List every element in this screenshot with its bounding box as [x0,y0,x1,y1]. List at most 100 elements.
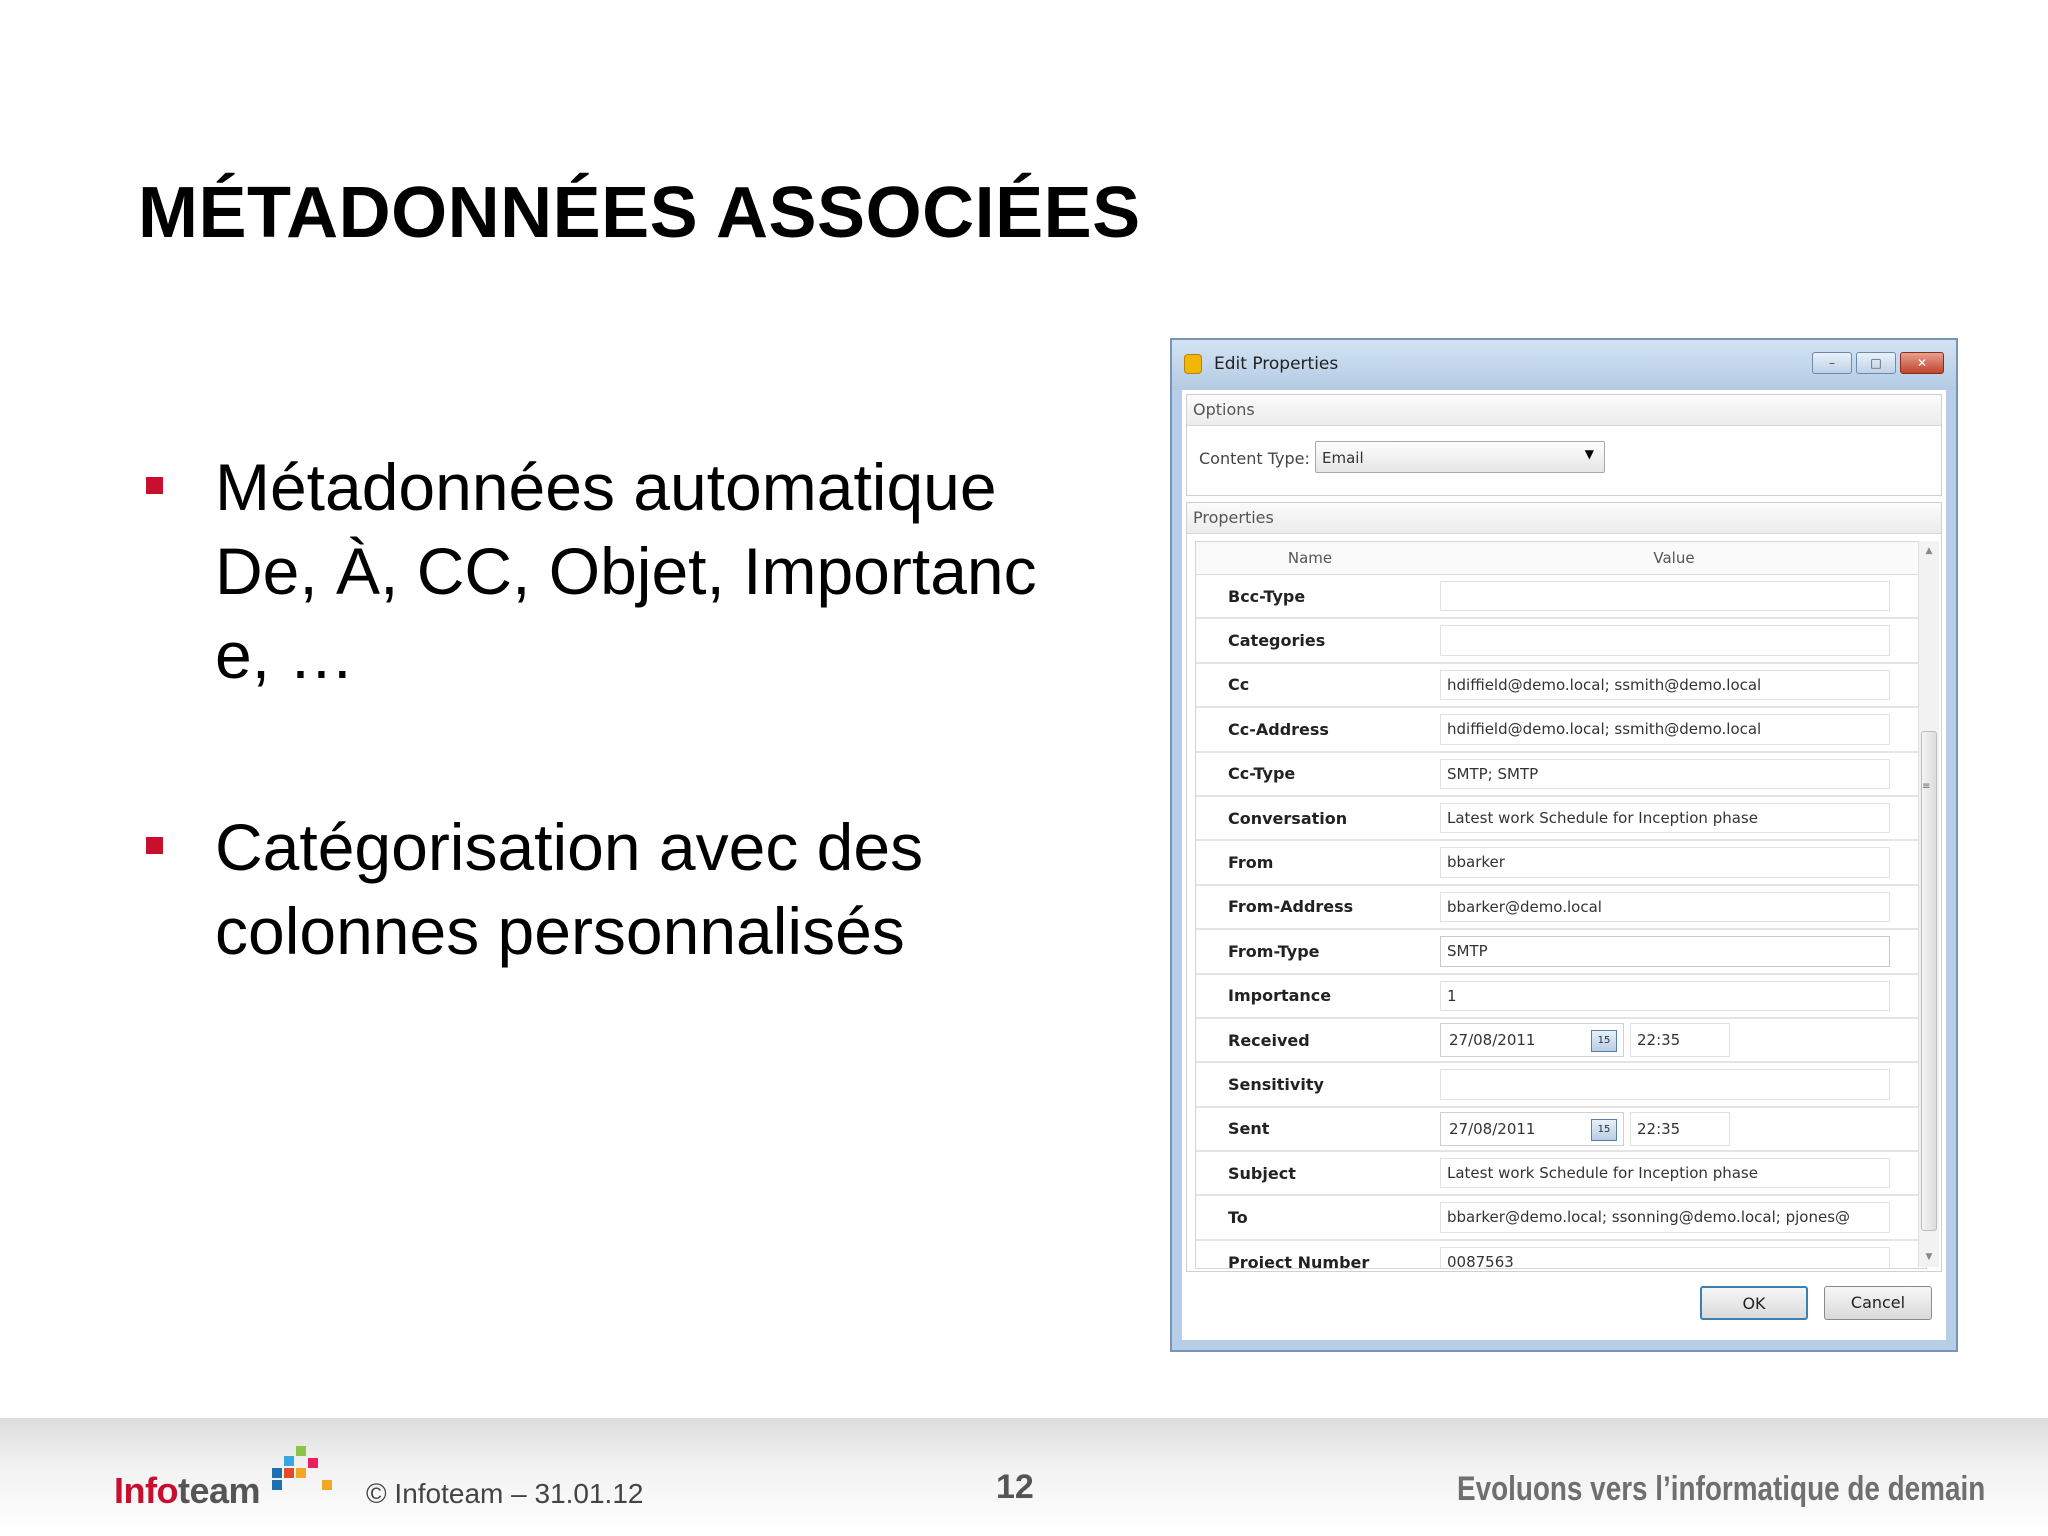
property-name: From-Type [1228,941,1320,961]
dialog-body: Options Content Type: Email ▼ Properties… [1182,390,1946,1340]
property-value-field[interactable] [1440,1069,1890,1100]
infoteam-logo: Infoteam [114,1470,261,1512]
property-row: Project Number 0087563 [1196,1241,1926,1269]
property-row: Sensitivity [1196,1063,1926,1108]
minimize-button[interactable]: – [1812,352,1852,374]
properties-group: Properties Name Value Bcc-Type Categorie… [1186,502,1942,1272]
property-value-field[interactable]: hdiffield@demo.local; ssmith@demo.local [1440,714,1890,745]
ok-button[interactable]: OK [1700,1286,1808,1320]
bullet-text-line: Métadonnées automatique [215,450,997,524]
property-name: Categories [1228,631,1326,651]
dialog-title: Edit Properties [1214,354,1339,374]
property-name: Importance [1228,986,1332,1006]
bullet-item: Métadonnées automatique De, À, CC, Objet… [138,445,1098,697]
bullet-text-line: e, … [215,618,355,692]
property-row: Cc-Address hdiffield@demo.local; ssmith@… [1196,708,1926,753]
property-row: Subject Latest work Schedule for Incepti… [1196,1152,1926,1197]
property-name: From-Address [1228,897,1354,917]
column-header-value[interactable]: Value [1424,542,1924,574]
property-row: Importance 1 [1196,975,1926,1019]
property-value-field[interactable]: SMTP; SMTP [1440,758,1890,789]
property-name: To [1228,1208,1248,1228]
grid-header: Name Value [1196,542,1926,575]
property-value-field[interactable] [1440,581,1890,612]
calendar-icon[interactable]: 15 [1591,1118,1617,1141]
property-name: Cc [1228,675,1250,695]
property-name: Project Number [1228,1252,1370,1269]
sent-date-value: 27/08/2011 [1449,1119,1536,1138]
dialog-titlebar[interactable]: Edit Properties – □ ✕ [1172,340,1956,390]
close-button[interactable]: ✕ [1900,352,1944,374]
property-name: Received [1228,1030,1310,1050]
page-number: 12 [996,1468,1034,1506]
bullet-item: Catégorisation avec des colonnes personn… [138,805,1098,973]
received-date-value: 27/08/2011 [1449,1030,1536,1049]
property-value-field[interactable]: bbarker@demo.local [1440,891,1890,923]
copyright: © Infoteam – 31.01.12 [366,1478,644,1509]
property-row: From bbarker [1196,841,1926,886]
property-name: Conversation [1228,808,1348,828]
property-value-field[interactable]: bbarker [1440,847,1890,878]
content-type-select[interactable]: Email ▼ [1315,441,1605,473]
property-value-field[interactable]: Latest work Schedule for Inception phase [1440,802,1890,834]
properties-scrollbar[interactable]: ▲ ≡ ▼ [1918,541,1939,1267]
property-row: Cc-Type SMTP; SMTP [1196,753,1926,797]
sent-date-field[interactable]: 27/08/2011 15 [1440,1111,1624,1147]
content-type-value: Email [1322,449,1364,467]
property-name: Bcc-Type [1228,586,1306,606]
bullet-text-line: De, À, CC, Objet, Importanc [215,534,1037,608]
scroll-up-arrow-icon[interactable]: ▲ [1919,541,1939,561]
infoteam-logo-pixels-icon [272,1446,342,1506]
property-row: Received 27/08/2011 15 22:35 [1196,1019,1926,1064]
property-name: Sent [1228,1119,1270,1139]
property-name: Cc-Address [1228,719,1329,739]
properties-grid: Name Value Bcc-Type Categories Cc hdiffi… [1195,541,1927,1269]
edit-properties-dialog: Edit Properties – □ ✕ Options Content Ty… [1170,338,1958,1352]
cancel-button[interactable]: Cancel [1824,1286,1932,1320]
bullet-marker [146,837,163,854]
properties-header: Properties [1187,503,1941,534]
options-group: Options Content Type: Email ▼ [1186,394,1942,496]
property-row: From-Address bbarker@demo.local [1196,886,1926,931]
scroll-thumb[interactable] [1921,731,1937,1231]
tagline: Evoluons vers l’informatique de demain [1456,1470,1985,1508]
window-buttons: – □ ✕ [1812,352,1944,374]
content-type-label: Content Type: [1199,449,1310,468]
property-row: Categories [1196,619,1926,664]
property-row: Cc hdiffield@demo.local; ssmith@demo.loc… [1196,664,1926,709]
bullet-list: Métadonnées automatique De, À, CC, Objet… [138,445,1098,973]
property-value-field[interactable]: bbarker@demo.local; ssonning@demo.local;… [1440,1202,1890,1233]
property-value-field[interactable]: hdiffield@demo.local; ssmith@demo.local [1440,669,1890,701]
scroll-grip-icon: ≡ [1922,781,1931,792]
options-header: Options [1187,395,1941,426]
property-value-field[interactable]: Latest work Schedule for Inception phase [1440,1158,1890,1189]
property-value-field[interactable]: 0087563 [1440,1246,1890,1268]
property-name: Sensitivity [1228,1074,1324,1094]
sent-time-field[interactable]: 22:35 [1630,1111,1730,1147]
maximize-button[interactable]: □ [1856,352,1896,374]
logo-text-team: team [177,1470,261,1511]
property-name: From [1228,853,1274,873]
property-name: Cc-Type [1228,764,1296,784]
property-row: To bbarker@demo.local; ssonning@demo.loc… [1196,1196,1926,1241]
property-value-field[interactable] [1440,625,1890,656]
property-row: Bcc-Type [1196,575,1926,620]
logo-text-info: Info [114,1470,178,1511]
property-value-field[interactable]: SMTP [1440,936,1890,967]
property-row: Sent 27/08/2011 15 22:35 [1196,1108,1926,1153]
scroll-down-arrow-icon[interactable]: ▼ [1919,1247,1939,1267]
received-time-field[interactable]: 22:35 [1630,1022,1730,1058]
property-row: From-Type SMTP [1196,930,1926,975]
slide-title: MÉTADONNÉES ASSOCIÉES [138,173,1141,253]
calendar-icon[interactable]: 15 [1591,1029,1617,1052]
received-date-field[interactable]: 27/08/2011 15 [1440,1022,1624,1058]
column-header-name[interactable]: Name [1196,542,1424,574]
bullet-text-line: Catégorisation avec des [215,810,924,884]
bullet-text-line: colonnes personnalisés [215,894,905,968]
dropdown-arrow-icon: ▼ [1584,447,1594,461]
property-name: Subject [1228,1163,1296,1183]
app-icon [1184,354,1202,374]
property-value-field[interactable]: 1 [1440,980,1890,1011]
bullet-marker [146,477,163,494]
property-row: Conversation Latest work Schedule for In… [1196,797,1926,842]
